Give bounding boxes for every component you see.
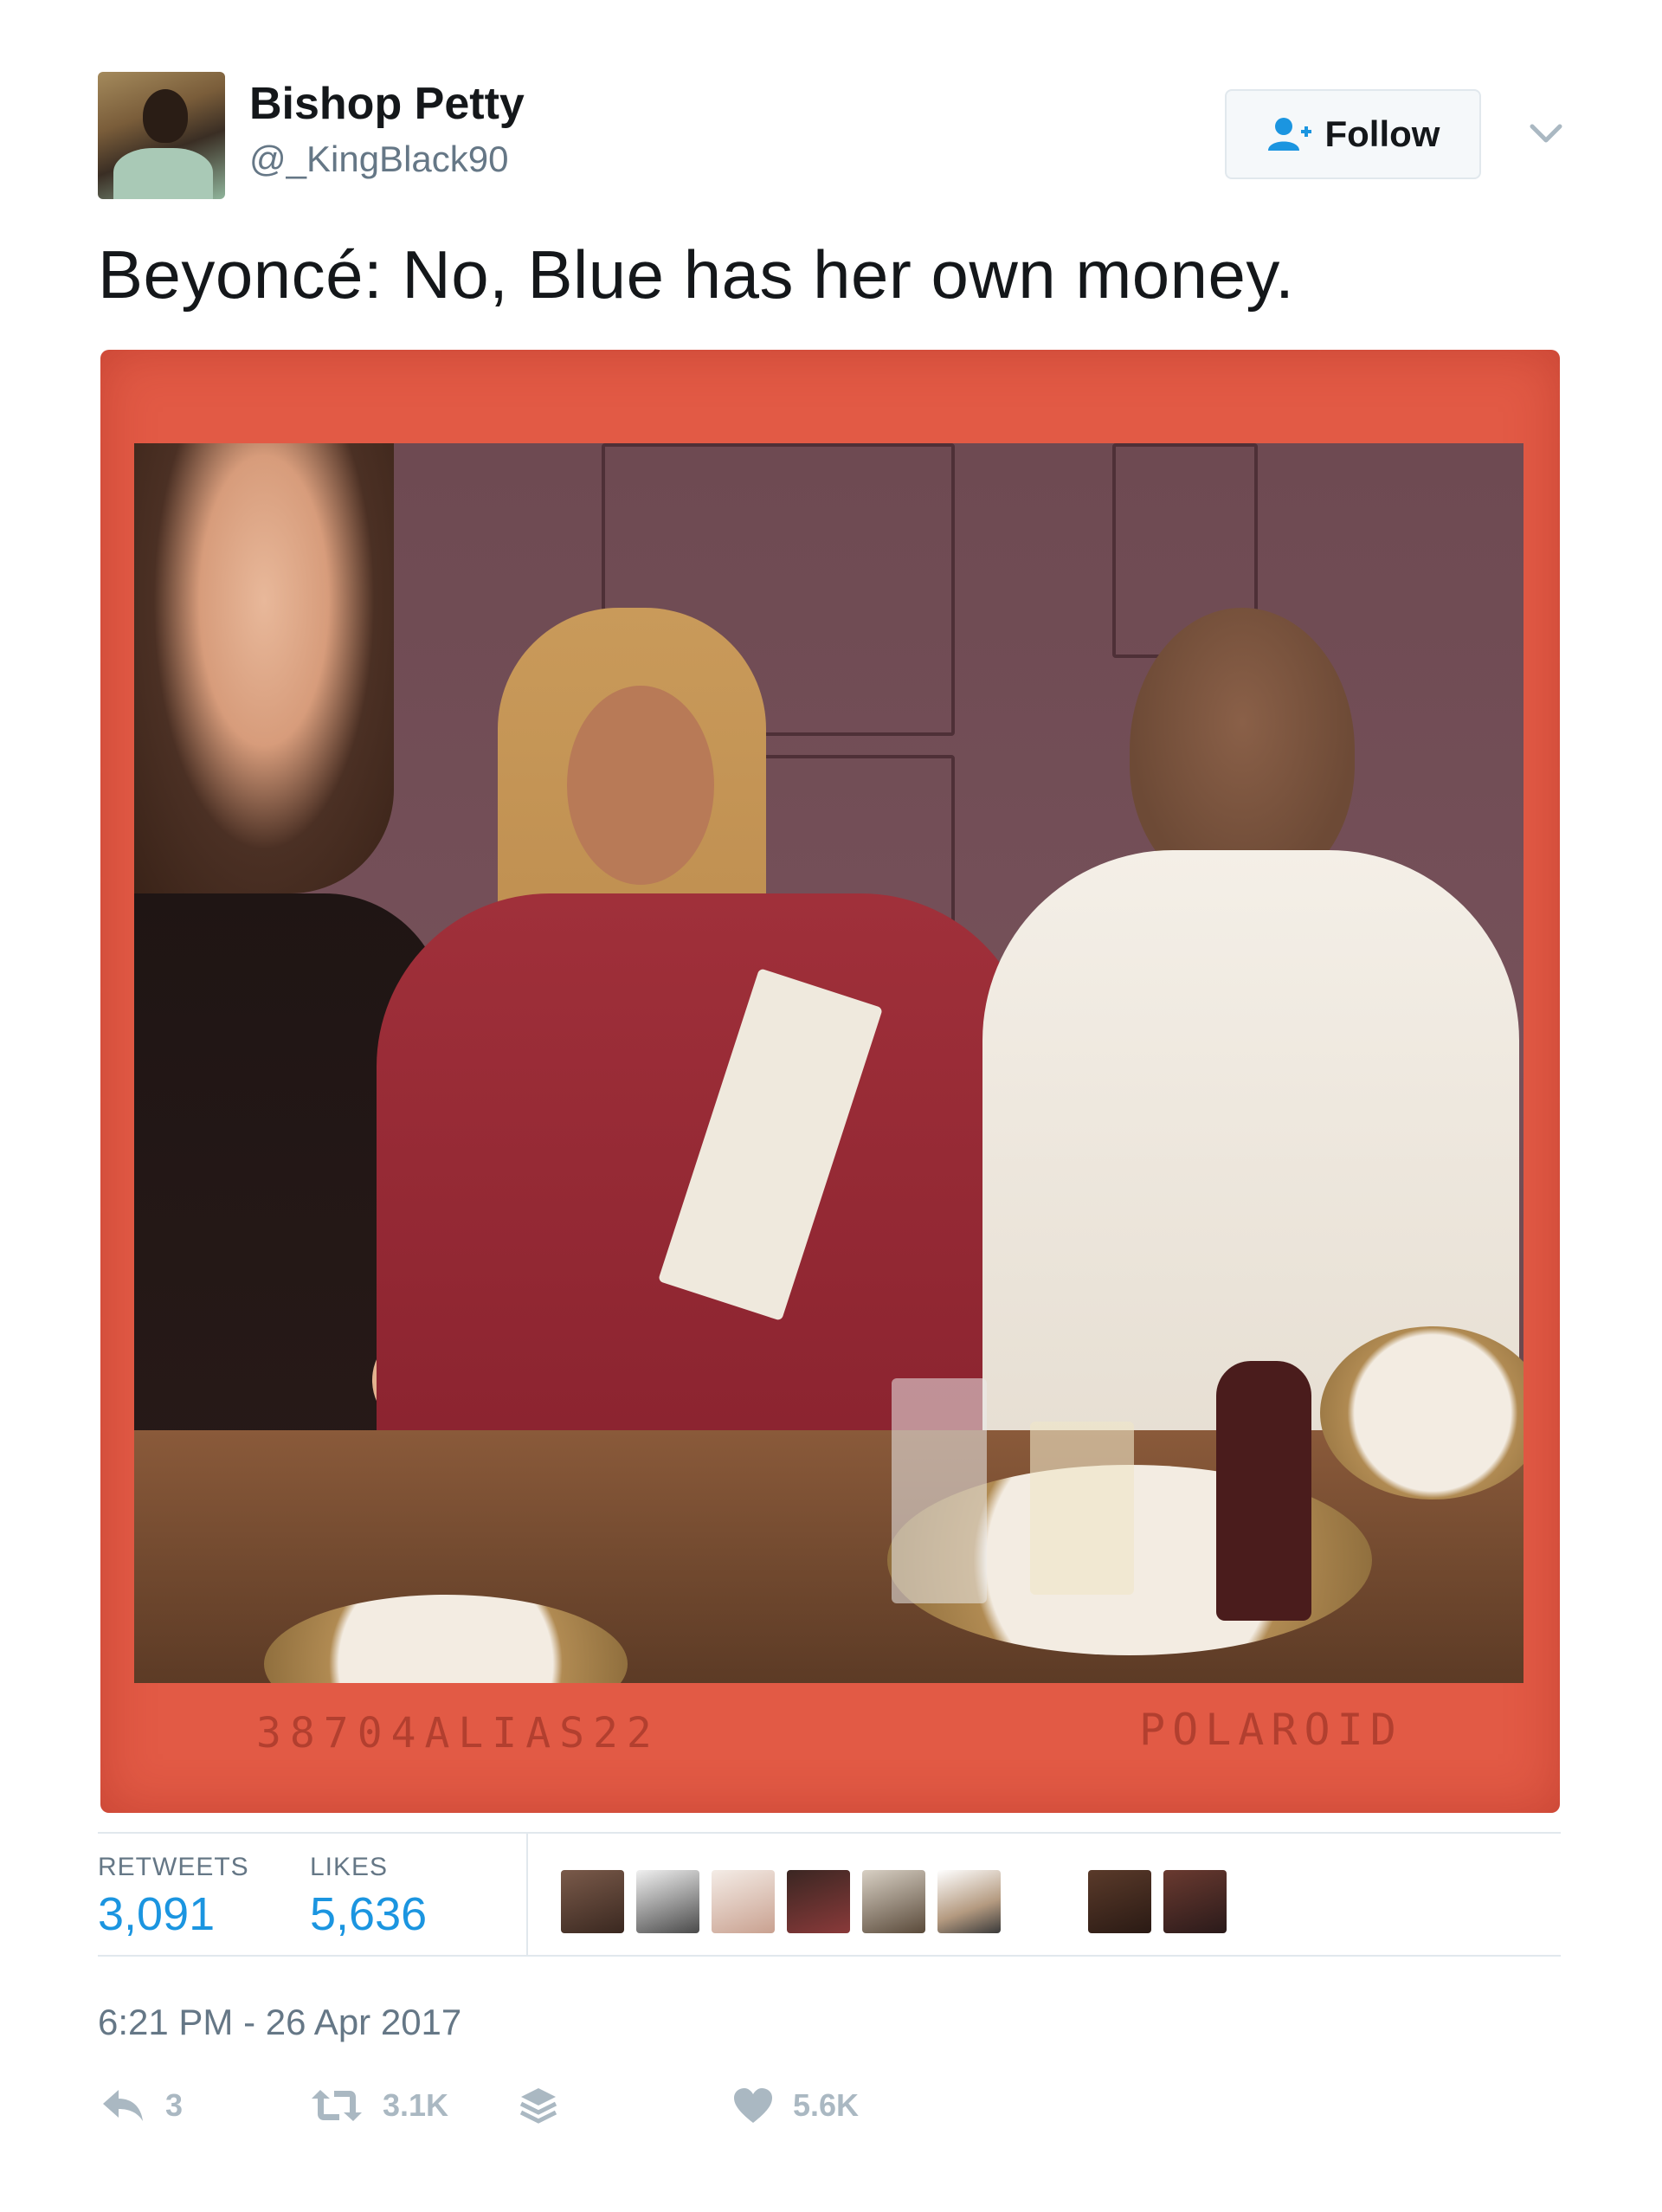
retweet-count: 3.1K <box>383 2087 449 2123</box>
retweets-label[interactable]: RETWEETS <box>98 1853 249 1882</box>
stack-icon <box>519 2088 557 2124</box>
photo-stamp-right: POLAROID <box>1139 1705 1403 1755</box>
divider <box>98 1955 1561 1957</box>
liker-avatar[interactable] <box>937 1870 1001 1933</box>
liker-avatar[interactable] <box>636 1870 699 1933</box>
avatar[interactable] <box>98 72 225 199</box>
timestamp[interactable]: 6:21 PM - 26 Apr 2017 <box>98 2002 461 2043</box>
liker-avatar[interactable] <box>862 1870 925 1933</box>
display-name[interactable]: Bishop Petty <box>249 78 525 130</box>
likes-count[interactable]: 5,636 <box>310 1887 427 1941</box>
tweet-text: Beyoncé: No, Blue has her own money. <box>98 236 1295 313</box>
liker-avatar[interactable] <box>1088 1870 1151 1933</box>
retweet-icon <box>312 2090 362 2121</box>
user-handle[interactable]: @_KingBlack90 <box>249 139 508 180</box>
stack-button[interactable] <box>519 2086 557 2126</box>
stats-divider <box>526 1832 528 1955</box>
heart-icon <box>734 2088 772 2123</box>
retweet-button[interactable]: 3.1K <box>310 2086 448 2125</box>
reply-button[interactable]: 3 <box>100 2086 183 2125</box>
chevron-down-icon[interactable] <box>1525 113 1567 154</box>
like-count: 5.6K <box>793 2087 860 2123</box>
follow-person-icon <box>1267 118 1311 151</box>
liker-avatar[interactable] <box>712 1870 775 1933</box>
likes-label[interactable]: LIKES <box>310 1853 388 1882</box>
reply-count: 3 <box>165 2087 184 2123</box>
liker-avatar[interactable] <box>561 1870 624 1933</box>
retweets-count[interactable]: 3,091 <box>98 1887 215 1941</box>
photo-scene <box>134 443 1524 1683</box>
like-button[interactable]: 5.6K <box>732 2086 859 2125</box>
follow-button[interactable]: Follow <box>1225 89 1481 179</box>
follow-label: Follow <box>1324 113 1440 154</box>
divider <box>98 1832 1561 1834</box>
tweet-photo[interactable]: 38704ALIAS22 POLAROID <box>100 350 1560 1813</box>
liker-avatar[interactable] <box>787 1870 850 1933</box>
photo-stamp-left: 38704ALIAS22 <box>256 1709 660 1757</box>
reply-icon <box>103 2090 143 2121</box>
liker-avatar[interactable] <box>1163 1870 1227 1933</box>
